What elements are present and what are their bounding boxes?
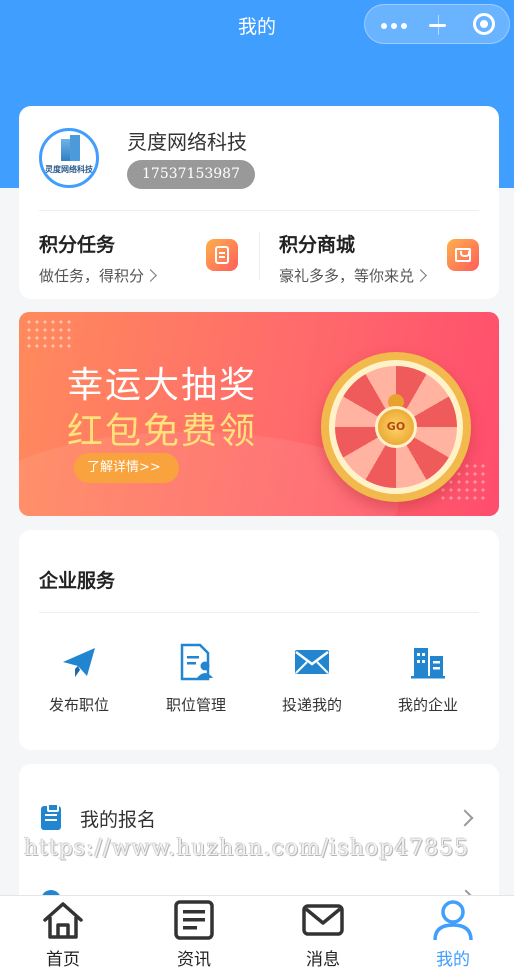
tab-label: 消息 [306,950,340,970]
tab-label: 首页 [46,950,80,970]
tab-label: 我的 [436,950,470,970]
tab-news[interactable]: 资讯 [154,898,234,970]
learn-more-button[interactable]: 了解详情>> [74,453,179,483]
clipboard-icon [41,803,61,830]
lottery-banner[interactable]: 幸运大抽奖 红包免费领 了解详情>> GO [19,312,499,516]
list-item-my-registrations[interactable]: 我的报名 [39,803,479,834]
news-icon [174,900,214,940]
building-logo-tower [70,135,80,161]
banner-headline: 幸运大抽奖 [67,365,258,406]
bottom-tab-bar: 首页 资讯 消息 我的 [0,895,514,970]
chevron-right-icon [414,269,427,282]
chevron-right-icon [456,809,474,827]
more-icon[interactable] [381,23,407,29]
avatar[interactable]: 灵度网络科技 [39,128,99,188]
section-title: 企业服务 [39,570,116,592]
shopping-bag-icon[interactable] [447,239,479,271]
user-icon [433,900,473,941]
enterprise-services-card: 企业服务 发布职位 职位管理 投递我的 我的企业 [19,530,499,750]
prize-wheel-icon: GO [321,352,471,502]
points-task-title: 积分任务 [39,234,116,256]
document-user-icon [176,642,216,682]
points-task-entry[interactable]: 积分任务 做任务，得积分 [39,230,157,285]
banner-subheadline: 红包免费领 [67,411,258,452]
close-icon[interactable] [473,13,495,35]
task-clipboard-icon[interactable] [206,239,238,271]
mini-program-capsule [364,4,510,44]
divider [39,612,479,613]
minimize-icon[interactable] [429,24,446,27]
envelope-icon [292,642,332,682]
service-label: 职位管理 [165,696,226,714]
watermark: https://www.huzhan.com/ishop47855 [24,836,470,861]
company-name: 灵度网络科技 [127,130,247,154]
mail-icon [302,904,344,936]
divider [39,210,479,211]
tab-messages[interactable]: 消息 [283,898,363,970]
points-task-subtitle: 做任务，得积分 [39,265,157,286]
list-item-label: 我的报名 [80,809,157,831]
tab-home[interactable]: 首页 [23,898,103,970]
wheel-go-label: GO [375,406,417,448]
points-mall-title: 积分商城 [279,234,356,256]
service-my-company[interactable]: 我的企业 [373,642,483,715]
service-label: 我的企业 [397,696,458,714]
service-label: 投递我的 [281,696,342,714]
points-mall-entry[interactable]: 积分商城 豪礼多多，等你来兑 [279,230,427,285]
dot-pattern-decoration [25,318,75,348]
home-icon [43,902,83,939]
points-mall-subtitle: 豪礼多多，等你来兑 [279,265,427,286]
building-icon [408,642,448,682]
service-job-management[interactable]: 职位管理 [141,642,251,715]
paper-plane-icon [59,642,99,682]
service-post-job[interactable]: 发布职位 [24,642,134,715]
service-applications-to-me[interactable]: 投递我的 [257,642,367,715]
vertical-divider [259,232,260,280]
tab-mine[interactable]: 我的 [413,898,493,970]
phone-badge: 17537153987 [127,160,255,189]
tab-label: 资讯 [177,950,211,970]
profile-card: 灵度网络科技 灵度网络科技 17537153987 积分任务 做任务，得积分 积… [19,106,499,299]
avatar-label: 灵度网络科技 [45,165,93,174]
service-label: 发布职位 [48,696,109,714]
chevron-right-icon [144,269,157,282]
